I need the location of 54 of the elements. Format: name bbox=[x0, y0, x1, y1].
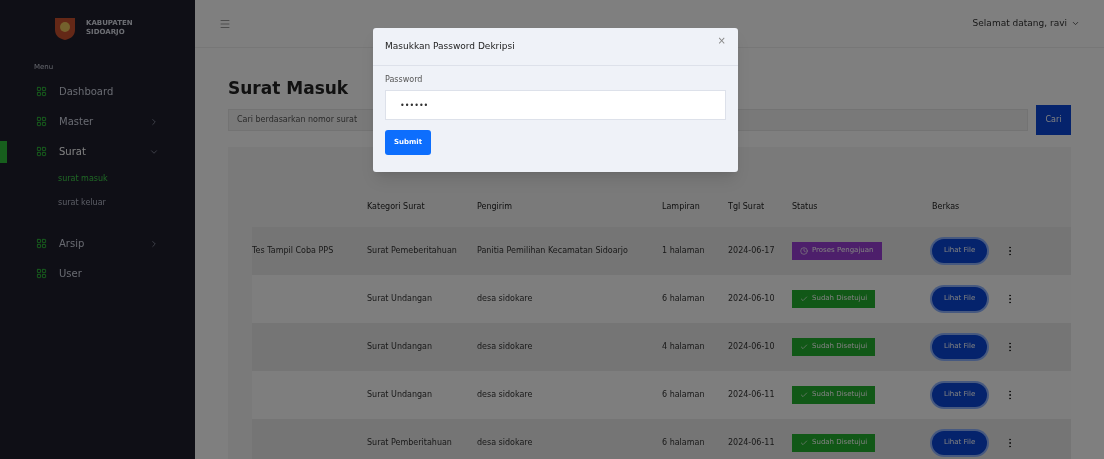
grid-icon bbox=[36, 146, 47, 157]
table-cell: 6 halaman bbox=[662, 292, 705, 305]
table-cell: 6 halaman bbox=[662, 436, 705, 449]
table-cell: Surat Undangan bbox=[367, 292, 433, 305]
password-field[interactable]: •••••• bbox=[385, 90, 726, 120]
status-icon bbox=[800, 294, 808, 303]
table-cell: 2024-06-11 bbox=[728, 388, 775, 401]
status-icon bbox=[800, 390, 808, 399]
table-cell: desa sidokare bbox=[477, 340, 533, 353]
table-cell: Panitia Pemilihan Kecamatan Sidoarjo bbox=[477, 244, 628, 257]
emblem-icon bbox=[52, 15, 78, 41]
table-cell: Surat Pemberitahuan bbox=[367, 436, 452, 449]
column-header: Lampiran bbox=[662, 200, 700, 213]
user-menu[interactable]: Selamat datang, ravi bbox=[972, 16, 1080, 31]
table-cell: 2024-06-10 bbox=[728, 292, 775, 305]
chevron-down-icon bbox=[1071, 19, 1080, 28]
table-cell: Tes Tampil Coba PPS bbox=[252, 244, 334, 257]
submenu-item[interactable]: surat masuk bbox=[0, 166, 195, 191]
sidebar-item[interactable]: Surat bbox=[36, 144, 159, 159]
menu-icon[interactable] bbox=[219, 17, 231, 30]
table-cell: 2024-06-10 bbox=[728, 340, 775, 353]
sidebar-item[interactable]: User bbox=[36, 266, 159, 281]
dialog-title: Masukkan Password Dekripsi bbox=[385, 40, 515, 53]
field-label: Password bbox=[385, 74, 423, 86]
sidebar-item[interactable]: Master bbox=[36, 114, 159, 129]
grid-icon bbox=[36, 268, 47, 279]
table-cell: desa sidokare bbox=[477, 436, 533, 449]
status-icon bbox=[800, 342, 808, 351]
table-cell: desa sidokare bbox=[477, 292, 533, 305]
column-header: Berkas bbox=[932, 200, 960, 213]
table-cell: 2024-06-17 bbox=[728, 244, 775, 257]
column-header: Tgl Surat bbox=[728, 200, 765, 213]
column-header: Status bbox=[792, 200, 818, 213]
submenu-item[interactable]: surat keluar bbox=[0, 190, 195, 215]
column-header: Pengirim bbox=[477, 200, 513, 213]
page-title: Surat Masuk bbox=[228, 77, 349, 100]
sidebar-item[interactable]: Dashboard bbox=[36, 84, 159, 99]
column-header: Kategori Surat bbox=[367, 200, 425, 213]
table-cell: desa sidokare bbox=[477, 388, 533, 401]
table-cell: Surat Pemeberitahuan bbox=[367, 244, 457, 257]
table-cell: 2024-06-11 bbox=[728, 436, 775, 449]
grid-icon bbox=[36, 238, 47, 249]
sidebar-item[interactable]: Arsip bbox=[36, 236, 159, 251]
table-cell: Surat Undangan bbox=[367, 388, 433, 401]
table-cell: 4 halaman bbox=[662, 340, 705, 353]
grid-icon bbox=[36, 86, 47, 97]
table-cell: Surat Undangan bbox=[367, 340, 433, 353]
status-icon bbox=[800, 246, 808, 255]
status-icon bbox=[800, 438, 808, 447]
close-button[interactable]: × bbox=[717, 36, 726, 46]
table-cell: 1 halaman bbox=[662, 244, 705, 257]
table-cell: 6 halaman bbox=[662, 388, 705, 401]
grid-icon bbox=[36, 116, 47, 127]
search-button[interactable]: Cari bbox=[1036, 104, 1071, 135]
